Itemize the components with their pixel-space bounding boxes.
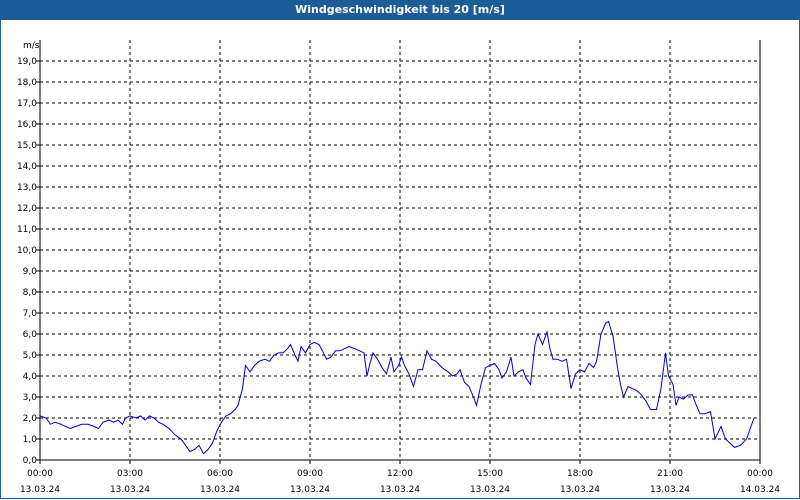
y-axis-unit-label: m/s — [23, 41, 40, 51]
x-tick-date-label: 13.03.24 — [200, 485, 240, 495]
y-tick-label: 9,0 — [23, 267, 38, 277]
x-tick-time-label: 00:00 — [27, 469, 53, 479]
y-tick-label: 4,0 — [23, 372, 38, 382]
wind-speed-series-line — [39, 320, 755, 455]
grid-lines — [40, 40, 760, 460]
y-tick-label: 1,0 — [23, 435, 38, 445]
x-tick-date-label: 13.03.24 — [560, 485, 600, 495]
y-tick-label: 13,0 — [17, 183, 37, 193]
y-tick-label: 10,0 — [17, 246, 37, 256]
y-tick-label: 19,0 — [17, 57, 37, 67]
x-tick-date-label: 13.03.24 — [20, 485, 60, 495]
chart-area: 0,0 1,0 2,0 3,0 4,0 5,0 6,0 7,0 8,0 9,0 10,0 11,0 12… — [17, 40, 780, 495]
y-tick-label: 15,0 — [17, 141, 37, 151]
y-tick-label: 14,0 — [17, 162, 37, 172]
x-tick-time-label: 06:00 — [207, 469, 233, 479]
y-tick-label: 17,0 — [17, 99, 37, 109]
x-tick-date-label: 13.03.24 — [290, 485, 330, 495]
x-tick-date-label: 13.03.24 — [110, 485, 150, 495]
x-tick-date-label: 14.03.24 — [740, 485, 780, 495]
x-tick-time-label: 09:00 — [297, 469, 323, 479]
x-tick-date-label: 13.03.24 — [650, 485, 690, 495]
x-tick-time-label: 00:00 — [747, 469, 773, 479]
x-tick-time-label: 15:00 — [477, 469, 503, 479]
x-tick-date-label: 13.03.24 — [470, 485, 510, 495]
y-tick-label: 7,0 — [23, 309, 38, 319]
y-tick-label: 3,0 — [23, 393, 38, 403]
x-tick-time-label: 18:00 — [567, 469, 593, 479]
y-tick-label: 5,0 — [23, 351, 38, 361]
x-tick-time-label: 21:00 — [657, 469, 683, 479]
y-tick-label: 11,0 — [17, 225, 37, 235]
y-tick-label: 18,0 — [17, 78, 37, 88]
y-tick-label: 16,0 — [17, 120, 37, 130]
x-axis-ticks: 00:00 13.03.24 03:00 13.03.24 06:00 13.03.24 0… — [20, 460, 780, 495]
series-group — [39, 320, 755, 455]
y-tick-label: 12,0 — [17, 204, 37, 214]
y-axis-ticks: 0,0 1,0 2,0 3,0 4,0 5,0 6,0 7,0 8,0 9,0 10,0 11,0 12… — [17, 57, 40, 466]
x-tick-time-label: 12:00 — [387, 469, 413, 479]
y-tick-label: 6,0 — [23, 330, 38, 340]
x-tick-time-label: 03:00 — [117, 469, 143, 479]
y-tick-label: 8,0 — [23, 288, 38, 298]
y-tick-label: 0,0 — [23, 456, 38, 466]
x-tick-date-label: 13.03.24 — [380, 485, 420, 495]
y-tick-label: 2,0 — [23, 414, 38, 424]
